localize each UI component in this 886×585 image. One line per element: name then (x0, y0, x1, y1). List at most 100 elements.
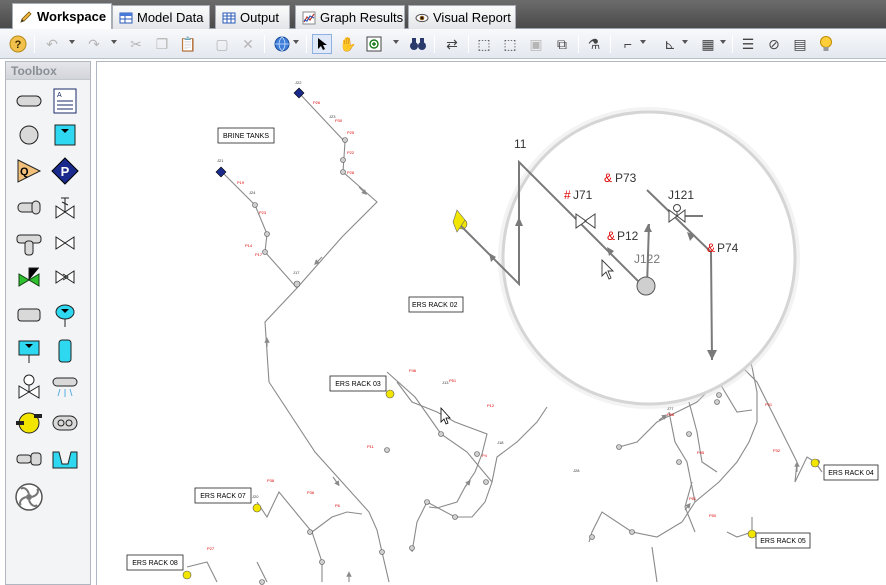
zoom-label-j121: J121 (668, 188, 694, 202)
list-icon[interactable]: ☰ (738, 34, 758, 54)
svg-text:P: P (61, 164, 70, 179)
cut-icon[interactable]: ✂ (126, 34, 146, 54)
svg-text:J18: J18 (497, 440, 504, 445)
lightbulb-icon[interactable] (816, 34, 836, 54)
annotation-ers-rack-02[interactable]: ERS RACK 02 (408, 296, 464, 313)
copy-icon[interactable]: ❐ (152, 34, 172, 54)
svg-text:P12: P12 (487, 403, 495, 408)
svg-text:J23: J23 (329, 114, 336, 119)
delete-icon[interactable]: ✕ (238, 34, 258, 54)
select-arrow-icon[interactable] (312, 34, 332, 54)
zoom-label-j122: J122 (634, 252, 660, 266)
tab-label: Output (240, 10, 280, 25)
lock-icon[interactable]: ▣ (526, 34, 546, 54)
pressure-source-tool-icon[interactable]: P (50, 156, 80, 186)
assigned-flow-tool-icon[interactable] (14, 300, 44, 330)
pressure-valve-tool-icon[interactable] (14, 372, 44, 402)
duplicate-icon[interactable]: ▢ (212, 34, 232, 54)
tab-label: Model Data (137, 10, 204, 25)
paste-icon[interactable]: 📋 (178, 34, 198, 54)
pan-hand-icon[interactable]: ✋ (338, 34, 358, 54)
junction-tool-icon[interactable] (14, 120, 44, 150)
tab-label: Workspace (37, 9, 107, 24)
redo-icon[interactable]: ↷ (84, 34, 104, 54)
tab-model-data[interactable]: Model Data (112, 5, 210, 29)
valve-tool-icon[interactable] (50, 228, 80, 258)
flow-source-tool-icon[interactable]: Q (14, 156, 44, 186)
disable-icon[interactable]: ⊘ (764, 34, 784, 54)
group-icon[interactable]: ⧉ (552, 34, 572, 54)
svg-text:P11: P11 (367, 444, 375, 449)
svg-text:P31: P31 (765, 402, 773, 407)
svg-text:P26: P26 (313, 100, 321, 105)
help-icon[interactable]: ? (8, 34, 28, 54)
svg-text:P45: P45 (697, 450, 705, 455)
zoom-icon[interactable] (364, 34, 384, 54)
annotation-label: ERS RACK 04 (828, 470, 874, 477)
tab-workspace[interactable]: Workspace (12, 3, 112, 29)
fan-tool-icon[interactable] (14, 482, 44, 512)
pipe-draw-icon[interactable]: ⌐ (618, 34, 638, 54)
sprinkler-tool-icon[interactable] (50, 372, 80, 402)
align-icon[interactable]: ⬚ (474, 34, 494, 54)
chevron-down-icon[interactable] (682, 40, 688, 46)
undo-icon[interactable]: ↶ (42, 34, 62, 54)
pipe-tool-icon[interactable] (14, 86, 44, 116)
chevron-down-icon[interactable] (293, 40, 299, 46)
svg-text:P36: P36 (307, 490, 315, 495)
layout-icon[interactable]: ▦ (698, 34, 718, 54)
svg-text:P46: P46 (409, 368, 417, 373)
check-valve-tool-icon[interactable] (50, 262, 80, 292)
svg-text:P61: P61 (689, 496, 697, 501)
network-icon[interactable]: ⚗ (584, 34, 604, 54)
branch-tool-icon[interactable] (14, 192, 44, 222)
tab-graph-results[interactable]: Graph Results (295, 5, 405, 29)
align-right-icon[interactable]: ⬚ (500, 34, 520, 54)
svg-text:J17: J17 (293, 270, 300, 275)
chevron-down-icon[interactable] (69, 40, 75, 46)
annotation-brine-tanks[interactable]: BRINE TANKS (217, 127, 275, 144)
globe-icon[interactable] (272, 34, 292, 54)
workspace-canvas[interactable]: P26 P30 P25 P22 P28 P19 P23 P14 P17 P11 P46 P51 … (96, 61, 886, 585)
relief-valve-tool-icon[interactable] (50, 192, 80, 222)
svg-text:P17: P17 (255, 252, 263, 257)
tab-label: Visual Report (433, 10, 511, 25)
pump-tool-icon[interactable] (14, 408, 44, 438)
spray-tool-icon[interactable] (50, 300, 80, 330)
tee-tool-icon[interactable] (14, 228, 44, 258)
tab-visual-report[interactable]: Visual Report (408, 5, 516, 29)
annotation-ers-rack-04[interactable]: ERS RACK 04 (823, 464, 879, 481)
orifice-tool-icon[interactable] (14, 444, 44, 474)
reservoir-tool-icon[interactable] (50, 120, 80, 150)
pipe-network-diagram[interactable]: P26P30P25 P22P28P19 P23P14P17 P11P46P51 … (97, 62, 886, 585)
report-icon[interactable]: ▤ (790, 34, 810, 54)
annotation-ers-rack-03[interactable]: ERS RACK 03 (329, 375, 387, 392)
tank-tool-icon[interactable] (50, 336, 80, 366)
table-icon (119, 12, 133, 23)
reverse-direction-icon[interactable]: ⇄ (442, 34, 462, 54)
open-channel-tool-icon[interactable] (50, 444, 80, 474)
tab-label: Graph Results (320, 10, 404, 25)
binoculars-icon[interactable] (408, 34, 428, 54)
control-valve-tool-icon[interactable] (14, 262, 44, 292)
annotation-ers-rack-07[interactable]: ERS RACK 07 (194, 487, 252, 504)
chevron-down-icon[interactable] (640, 40, 646, 46)
volume-balance-tool-icon[interactable] (14, 336, 44, 366)
zoom-lens: 11 & P73 # J71 J121 & P12 & P74 J122 (452, 107, 800, 409)
tab-output[interactable]: Output (215, 5, 290, 29)
annotation-tool-icon[interactable]: A (50, 86, 80, 116)
zoom-label-p74: P74 (717, 241, 739, 255)
chevron-down-icon[interactable] (393, 40, 399, 46)
grid-icon (222, 12, 236, 23)
svg-text:P50: P50 (709, 513, 717, 518)
chevron-down-icon[interactable] (111, 40, 117, 46)
annotation-label: ERS RACK 05 (760, 538, 806, 545)
svg-text:P6: P6 (335, 503, 341, 508)
svg-text:P32: P32 (773, 448, 781, 453)
chevron-down-icon[interactable] (720, 40, 726, 46)
axis-icon[interactable]: ⊾ (660, 34, 680, 54)
annotation-ers-rack-08[interactable]: ERS RACK 08 (126, 554, 184, 571)
svg-text:P30: P30 (335, 118, 343, 123)
heat-exchanger-tool-icon[interactable] (50, 408, 80, 438)
annotation-ers-rack-05[interactable]: ERS RACK 05 (755, 532, 811, 549)
